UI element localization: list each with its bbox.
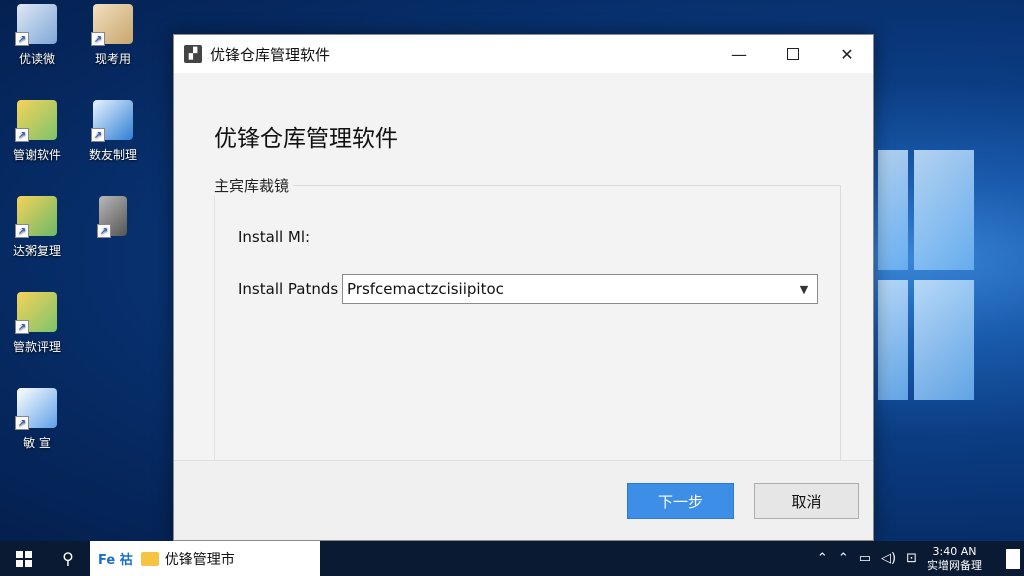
install-path-value[interactable]: Prsfcemactzcisiipitoc	[343, 280, 791, 298]
desktop-icon-label: 优读微	[18, 52, 55, 66]
minimize-button[interactable]: —	[713, 35, 765, 73]
app-icon-text: Fe 祜	[98, 553, 133, 568]
document-icon: ↗	[15, 388, 57, 430]
clock-time: 3:40 AN	[932, 544, 977, 558]
cancel-button[interactable]: 取消	[754, 483, 859, 519]
chevron-up-icon[interactable]: ⌃	[838, 551, 849, 566]
minimize-icon: —	[731, 44, 747, 64]
group-label: 主宾库裁镜	[214, 175, 294, 196]
taskbar: ⚲ Fe 祜 优锋管理市 ⌃ ⌃ ▭ ◁) ⊡ 3:40 AN 实增网备理	[0, 541, 1024, 576]
install-path-dropdown[interactable]: Prsfcemactzcisiipitoc ▼	[342, 274, 818, 304]
chevron-up-icon[interactable]: ⌃	[817, 551, 828, 566]
folder-map-icon: ↗	[15, 100, 57, 142]
desktop-icon-label: 达粥复理	[12, 244, 61, 258]
clock-date: 实增网备理	[927, 558, 982, 572]
desktop-icon-5[interactable]: ↗ 达粥复理	[0, 196, 74, 259]
desktop-icon-7[interactable]: ↗ 管款评理	[0, 292, 74, 355]
folder-doc-icon: ↗	[15, 196, 57, 238]
install-path-label: Install Patnds	[238, 280, 339, 298]
chevron-down-icon[interactable]: ▼	[791, 275, 817, 303]
search-icon[interactable]: ⚲	[48, 541, 88, 576]
close-icon: ✕	[840, 44, 854, 64]
start-button[interactable]	[0, 541, 48, 576]
show-desktop-button[interactable]	[1006, 548, 1020, 569]
app-logo-icon: ▞	[184, 45, 202, 63]
desktop-icon-label: 敏 宣	[23, 436, 51, 450]
next-button[interactable]: 下一步	[627, 483, 734, 519]
taskbar-app-label: 优锋管理市	[164, 551, 235, 568]
window-title: 优锋仓库管理软件	[210, 45, 331, 64]
settings-group	[214, 185, 841, 461]
folder-icon	[140, 551, 159, 566]
desktop-icon-4[interactable]: ↗ 数友制理	[76, 100, 150, 163]
title-bar[interactable]: ▞ 优锋仓库管理软件 — ✕	[174, 35, 873, 73]
network-icon[interactable]: ⊡	[906, 551, 917, 566]
dialog-footer: 下一步 取消	[174, 460, 873, 540]
battery-icon[interactable]: ▭	[859, 551, 871, 566]
package-box-icon: ↗	[91, 4, 133, 46]
settings-app-icon: ↗	[15, 4, 57, 46]
close-button[interactable]: ✕	[821, 35, 873, 73]
install-label: Install Ml:	[238, 228, 311, 246]
desktop-icon-label: 现考用	[94, 52, 131, 66]
clock[interactable]: 3:40 AN 实增网备理	[927, 545, 982, 573]
speaker-icon[interactable]: ◁)	[881, 551, 896, 566]
windows-logo-wallpaper	[870, 150, 1024, 430]
installer-dialog: ▞ 优锋仓库管理软件 — ✕ 优锋仓库管理软件 主宾库裁镜 Install Ml…	[173, 34, 874, 541]
page-title: 优锋仓库管理软件	[214, 126, 398, 152]
blue-box-icon: ↗	[91, 100, 133, 142]
folder-map-icon: ↗	[15, 292, 57, 334]
device-icon: ↗	[97, 196, 127, 238]
maximize-icon	[787, 48, 799, 60]
desktop-icon-6[interactable]: ↗	[76, 196, 150, 242]
desktop-icon-8[interactable]: ↗ 敏 宣	[0, 388, 74, 451]
system-tray: ⌃ ⌃ ▭ ◁) ⊡ 3:40 AN 实增网备理	[817, 541, 1024, 576]
desktop-icon-label: 管谢软件	[12, 148, 61, 162]
desktop-icon-label: 管款评理	[12, 340, 61, 354]
desktop-icon-2[interactable]: ↗ 现考用	[76, 4, 150, 67]
taskbar-app-installer[interactable]: Fe 祜 优锋管理市	[90, 541, 320, 576]
desktop-icon-3[interactable]: ↗ 管谢软件	[0, 100, 74, 163]
desktop-icon-label: 数友制理	[88, 148, 137, 162]
desktop-icon-1[interactable]: ↗ 优读微	[0, 4, 74, 67]
maximize-button[interactable]	[767, 35, 819, 73]
windows-icon	[16, 550, 32, 567]
